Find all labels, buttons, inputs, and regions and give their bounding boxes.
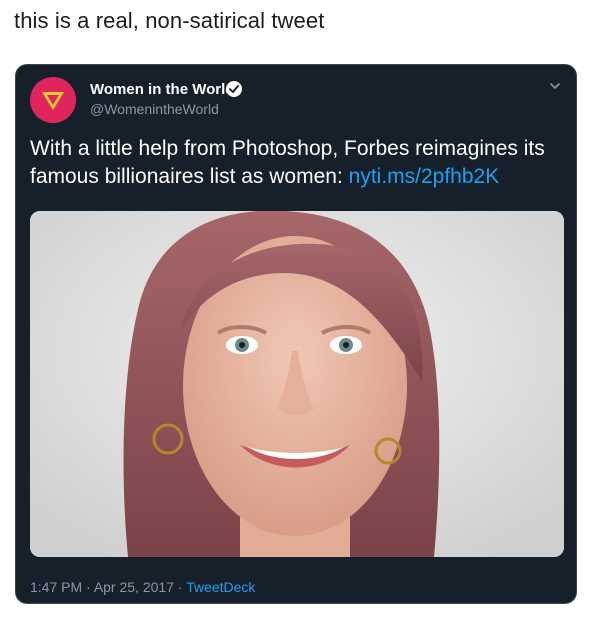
avatar[interactable] xyxy=(30,77,76,123)
tweet-text: With a little help from Photoshop, Forbe… xyxy=(30,135,564,191)
tweet-timestamp: 1:47 PM · Apr 25, 2017 · TweetDeck xyxy=(30,579,255,595)
post-caption: this is a real, non-satirical tweet xyxy=(14,8,325,33)
tweet-photo[interactable] xyxy=(30,211,564,557)
women-in-the-world-logo-icon xyxy=(30,77,76,123)
portrait-photo-image xyxy=(30,211,564,557)
tweet-date[interactable]: Apr 25, 2017 xyxy=(94,579,174,595)
tweet-link[interactable]: nyti.ms/2pfhb2K xyxy=(349,165,500,188)
display-name[interactable]: Women in the World xyxy=(90,81,234,98)
timestamp-separator: · xyxy=(82,579,94,595)
timestamp-separator: · xyxy=(173,579,187,595)
chevron-down-icon[interactable] xyxy=(548,79,562,93)
verified-badge-icon xyxy=(226,81,242,97)
user-handle[interactable]: @WomenintheWorld xyxy=(90,101,219,117)
tweet-source-link[interactable]: TweetDeck xyxy=(186,579,255,595)
tweet-time[interactable]: 1:47 PM xyxy=(30,579,82,595)
embedded-tweet-card[interactable]: Women in the World @WomenintheWorld With… xyxy=(15,64,577,604)
